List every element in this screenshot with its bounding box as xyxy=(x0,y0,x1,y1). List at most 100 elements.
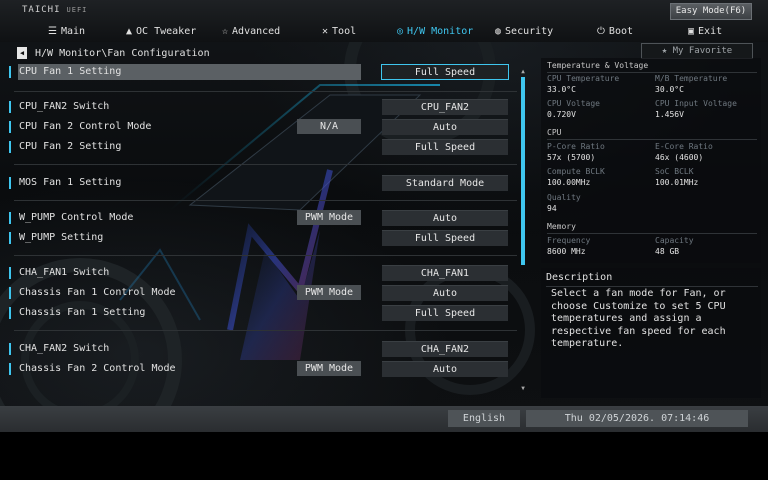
bios-screen: TAICHI UEFI Easy Mode(F6) ☰ Main ▲ OC Tweak… xyxy=(0,0,768,432)
ecore-value: 46x (4600) xyxy=(655,153,704,162)
setting-value[interactable]: Auto xyxy=(382,210,508,226)
cpu-voltage-value: 0.720V xyxy=(547,110,576,119)
scrollbar[interactable]: ▲ ▼ xyxy=(519,68,527,393)
tab-label: Boot xyxy=(608,25,634,37)
divider xyxy=(14,164,517,165)
setting-row-wpump-control-mode[interactable]: W_PUMP Control Mode PWM Mode Auto xyxy=(0,209,516,227)
easy-mode-button[interactable]: Easy Mode(F6) xyxy=(670,3,752,20)
mb-temp-value: 30.0°C xyxy=(655,85,684,94)
setting-label: MOS Fan 1 Setting xyxy=(19,177,122,188)
datetime-display: Thu 02/05/2026. 07:14:46 xyxy=(526,410,748,427)
description-panel: Description Select a fan mode for Fan, o… xyxy=(541,268,761,398)
description-text: Select a fan mode for Fan, or choose Cus… xyxy=(551,288,726,349)
setting-label: Chassis Fan 2 Control Mode xyxy=(19,363,176,374)
tab-oc-tweaker[interactable]: ▲ OC Tweaker xyxy=(126,22,196,40)
breadcrumb-text: H/W Monitor\Fan Configuration xyxy=(35,47,210,59)
tab-advanced[interactable]: ☆ Advanced xyxy=(222,22,280,40)
setting-value[interactable]: Auto xyxy=(382,285,508,301)
setting-row-cpu-fan2-control-mode[interactable]: CPU Fan 2 Control Mode N/A Auto xyxy=(0,118,516,136)
divider xyxy=(547,72,757,73)
setting-value[interactable]: CHA_FAN2 xyxy=(382,341,508,357)
divider xyxy=(14,91,517,92)
setting-row-cpu-fan1-setting[interactable]: CPU Fan 1 Setting Full Speed xyxy=(0,63,516,81)
frequency-label: Frequency xyxy=(547,236,591,245)
tab-label: Exit xyxy=(698,25,723,37)
setting-value[interactable]: CHA_FAN1 xyxy=(382,265,508,281)
star-icon: ☆ xyxy=(222,25,229,37)
setting-row-mos-fan1-setting[interactable]: MOS Fan 1 Setting Standard Mode xyxy=(0,174,516,192)
tab-security[interactable]: ◍ Security xyxy=(495,22,553,40)
row-bullet xyxy=(9,177,11,189)
tab-label: OC Tweaker xyxy=(136,25,197,37)
setting-row-cha-fan1-switch[interactable]: CHA_FAN1 Switch CHA_FAN1 xyxy=(0,264,516,282)
tab-label: Security xyxy=(505,25,554,37)
tab-hw-monitor[interactable]: ◎ H/W Monitor xyxy=(397,22,473,40)
list-icon: ☰ xyxy=(48,25,57,37)
tab-exit[interactable]: ▣ Exit xyxy=(688,22,722,40)
setting-value[interactable]: Standard Mode xyxy=(382,175,508,191)
scroll-down-arrow-icon[interactable]: ▼ xyxy=(519,385,527,393)
hw-monitor-panel: Temperature & Voltage CPU Temperature M/… xyxy=(541,58,761,263)
setting-value[interactable]: Full Speed xyxy=(381,64,509,80)
back-arrow-icon[interactable]: ◀ xyxy=(17,47,27,59)
scrollbar-thumb[interactable] xyxy=(521,77,525,265)
row-bullet xyxy=(9,307,11,319)
quality-label: Quality xyxy=(547,193,581,202)
tab-tool[interactable]: ✕ Tool xyxy=(322,22,356,40)
my-favorite-button[interactable]: ★ My Favorite xyxy=(641,43,753,59)
monitor-icon: ◎ xyxy=(397,25,404,37)
row-bullet xyxy=(9,141,11,153)
setting-row-chassis-fan2-control-mode[interactable]: Chassis Fan 2 Control Mode PWM Mode Auto xyxy=(0,360,516,378)
row-bullet xyxy=(9,287,11,299)
setting-label: CPU_FAN2 Switch xyxy=(19,101,110,112)
tab-main[interactable]: ☰ Main xyxy=(48,22,85,40)
breadcrumb: ◀ H/W Monitor\Fan Configuration xyxy=(17,46,210,60)
setting-value[interactable]: CPU_FAN2 xyxy=(382,99,508,115)
setting-value[interactable]: Auto xyxy=(382,361,508,377)
mode-indicator: PWM Mode xyxy=(297,361,361,376)
setting-label: CHA_FAN2 Switch xyxy=(19,343,110,354)
setting-value[interactable]: Auto xyxy=(382,119,508,135)
language-button[interactable]: English xyxy=(448,410,520,427)
row-bullet xyxy=(9,66,11,78)
top-bar: TAICHI UEFI Easy Mode(F6) ☰ Main ▲ OC Tweak… xyxy=(0,0,768,42)
tab-label: Tool xyxy=(332,25,357,37)
setting-row-cha-fan2-switch[interactable]: CHA_FAN2 Switch CHA_FAN2 xyxy=(0,340,516,358)
row-bullet xyxy=(9,212,11,224)
divider xyxy=(547,233,757,234)
setting-label: Chassis Fan 1 Control Mode xyxy=(19,287,176,298)
power-icon: ⏻ xyxy=(597,25,605,37)
capacity-value: 48 GB xyxy=(655,247,680,256)
soc-bclk-value: 100.01MHz xyxy=(655,178,699,187)
divider xyxy=(546,286,758,287)
tab-boot[interactable]: ⏻ Boot xyxy=(597,22,633,40)
mode-indicator: N/A xyxy=(297,119,361,134)
mode-indicator: PWM Mode xyxy=(297,285,361,300)
brand-sub: UEFI xyxy=(66,6,88,14)
divider xyxy=(14,255,517,256)
setting-row-cpu-fan2-setting[interactable]: CPU Fan 2 Setting Full Speed xyxy=(0,138,516,156)
setting-row-chassis-fan1-control-mode[interactable]: Chassis Fan 1 Control Mode PWM Mode Auto xyxy=(0,284,516,302)
cpu-voltage-label: CPU Voltage xyxy=(547,99,600,108)
star-icon: ★ xyxy=(661,46,668,56)
pcore-value: 57x (5700) xyxy=(547,153,596,162)
row-bullet xyxy=(9,101,11,113)
row-bullet xyxy=(9,232,11,244)
setting-row-cpu-fan2-switch[interactable]: CPU_FAN2 Switch CPU_FAN2 xyxy=(0,98,516,116)
scroll-up-arrow-icon[interactable]: ▲ xyxy=(519,68,527,76)
pcore-label: P-Core Ratio xyxy=(547,142,605,151)
mode-indicator: PWM Mode xyxy=(297,210,361,225)
row-bullet xyxy=(9,267,11,279)
setting-row-wpump-setting[interactable]: W_PUMP Setting Full Speed xyxy=(0,229,516,247)
setting-value[interactable]: Full Speed xyxy=(382,139,508,155)
compute-bclk-label: Compute BCLK xyxy=(547,167,605,176)
setting-value[interactable]: Full Speed xyxy=(382,305,508,321)
capacity-label: Capacity xyxy=(655,236,694,245)
setting-value[interactable]: Full Speed xyxy=(382,230,508,246)
cpu-temp-label: CPU Temperature xyxy=(547,74,620,83)
setting-label: CPU Fan 1 Setting xyxy=(19,66,122,77)
setting-label: CPU Fan 2 Setting xyxy=(19,141,122,152)
setting-row-chassis-fan1-setting[interactable]: Chassis Fan 1 Setting Full Speed xyxy=(0,304,516,322)
compute-bclk-value: 100.00MHz xyxy=(547,178,591,187)
divider xyxy=(14,200,517,201)
